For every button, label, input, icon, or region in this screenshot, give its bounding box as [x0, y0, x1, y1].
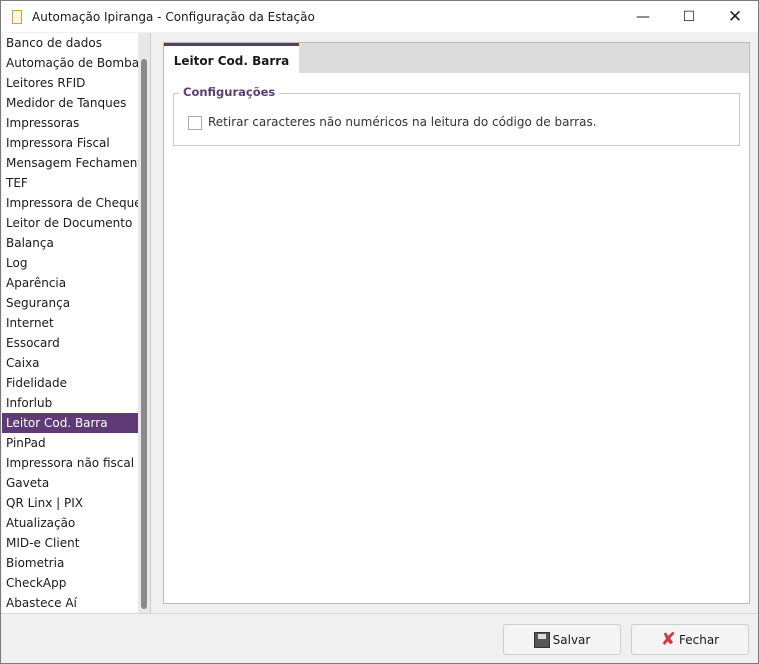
sidebar-item[interactable]: MID-e Client	[2, 533, 138, 553]
sidebar-item[interactable]: Leitor Cod. Barra	[2, 413, 138, 433]
sidebar-item[interactable]: Mensagem Fechamento	[2, 153, 149, 173]
sidebar-item[interactable]: Balança	[2, 233, 138, 253]
sidebar-item[interactable]: Caixa	[2, 353, 138, 373]
sidebar-item[interactable]: Leitores RFID	[2, 73, 138, 93]
sidebar-item[interactable]: Biometria	[2, 553, 138, 573]
maximize-button[interactable]: ☐	[666, 1, 712, 32]
sidebar-item[interactable]: Log	[2, 253, 138, 273]
close-button[interactable]: ✘ Fechar	[631, 624, 749, 655]
sidebar-item[interactable]: Impressora Fiscal	[2, 133, 138, 153]
minimize-button[interactable]: —	[620, 1, 666, 32]
sidebar-item[interactable]: Impressora não fiscal	[2, 453, 138, 473]
sidebar-item[interactable]: Banco de dados	[2, 33, 138, 53]
app-icon	[12, 9, 22, 24]
sidebar-item[interactable]: Impressora de Cheque	[2, 193, 142, 213]
sidebar-item[interactable]: Medidor de Tanques	[2, 93, 138, 113]
title-bar: Automação Ipiranga - Configuração da Est…	[1, 1, 758, 32]
floppy-disk-icon	[533, 631, 550, 648]
scrollbar[interactable]	[138, 33, 150, 613]
group-title: Configurações	[179, 85, 280, 99]
sidebar-item[interactable]: CheckApp	[2, 573, 138, 593]
scrollbar-thumb[interactable]	[141, 59, 147, 609]
sidebar-item[interactable]: Aparência	[2, 273, 138, 293]
tab-bar: Leitor Cod. Barra	[163, 42, 750, 75]
sidebar-item[interactable]: Essocard	[2, 333, 138, 353]
save-label: Salvar	[552, 632, 591, 647]
window-title: Automação Ipiranga - Configuração da Est…	[32, 9, 315, 24]
sidebar-item[interactable]: Impressoras	[2, 113, 138, 133]
settings-category-list[interactable]: Banco de dados Automação de Bombas Leitore…	[2, 33, 151, 613]
sidebar-item[interactable]: Fidelidade	[2, 373, 138, 393]
sidebar-item[interactable]: Abastece Aí	[2, 593, 138, 613]
sidebar-item[interactable]: Atualização	[2, 513, 138, 533]
tab-leitor-cod-barra[interactable]: Leitor Cod. Barra	[164, 43, 299, 75]
sidebar-item[interactable]: QR Linx | PIX	[2, 493, 138, 513]
sidebar-item[interactable]: Internet	[2, 313, 138, 333]
divider	[1, 613, 758, 614]
red-x-icon: ✘	[660, 628, 676, 650]
configuracoes-group: Configurações Retirar caracteres não num…	[173, 85, 740, 146]
sidebar-item[interactable]: PinPad	[2, 433, 138, 453]
sidebar-item[interactable]: TEF	[2, 173, 138, 193]
sidebar-item[interactable]: Leitor de Documento	[2, 213, 138, 233]
strip-non-numeric-checkbox[interactable]	[188, 116, 202, 130]
close-label: Fechar	[678, 632, 720, 647]
sidebar-item[interactable]: Automação de Bombas	[2, 53, 145, 73]
sidebar-item[interactable]: Inforlub	[2, 393, 138, 413]
close-window-button[interactable]: ✕	[712, 1, 758, 32]
save-button[interactable]: Salvar	[503, 624, 621, 655]
tab-content: Configurações Retirar caracteres não num…	[163, 73, 750, 604]
sidebar-item[interactable]: Segurança	[2, 293, 138, 313]
checkbox-label[interactable]: Retirar caracteres não numéricos na leit…	[208, 115, 597, 129]
sidebar-item[interactable]: Gaveta	[2, 473, 138, 493]
